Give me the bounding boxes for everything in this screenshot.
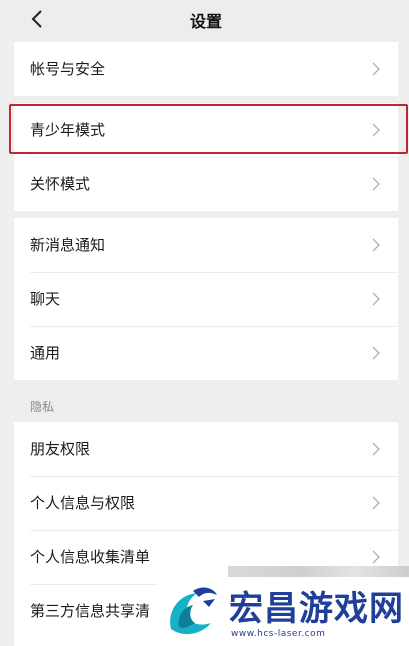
settings-group-account: 帐号与安全 xyxy=(14,42,398,96)
watermark: 宏昌游戏网 www.hcs-laser.com xyxy=(157,577,409,646)
settings-group-general: 新消息通知 聊天 通用 xyxy=(14,218,398,380)
chevron-right-icon xyxy=(372,123,380,137)
settings-item-account-security[interactable]: 帐号与安全 xyxy=(14,42,398,96)
settings-item-friend-permissions[interactable]: 朋友权限 xyxy=(14,422,398,476)
settings-group-modes: 青少年模式 关怀模式 xyxy=(14,103,398,211)
watermark-url: www.hcs-laser.com xyxy=(231,629,326,639)
settings-item-label: 帐号与安全 xyxy=(30,60,106,78)
settings-item-label: 青少年模式 xyxy=(30,121,106,139)
settings-screen: 设置 帐号与安全 青少年模式 关怀模式 新消息通知 聊天 通用 隐私 朋友权限 … xyxy=(14,0,398,646)
settings-item-label: 通用 xyxy=(30,344,61,362)
watermark-title: 宏昌游戏网 xyxy=(229,589,404,629)
chevron-right-icon xyxy=(372,292,380,306)
settings-item-teen-mode[interactable]: 青少年模式 xyxy=(14,103,398,157)
settings-item-care-mode[interactable]: 关怀模式 xyxy=(14,157,398,211)
chevron-right-icon xyxy=(372,238,380,252)
chevron-right-icon xyxy=(372,346,380,360)
section-title-privacy: 隐私 xyxy=(30,400,55,414)
settings-item-label: 个人信息与权限 xyxy=(30,494,136,512)
chevron-right-icon xyxy=(372,496,380,510)
chevron-right-icon xyxy=(372,62,380,76)
settings-item-label: 个人信息收集清单 xyxy=(30,548,151,566)
settings-item-notifications[interactable]: 新消息通知 xyxy=(14,218,398,272)
page-title: 设置 xyxy=(189,12,222,31)
settings-item-personal-info-permissions[interactable]: 个人信息与权限 xyxy=(14,476,398,530)
settings-item-label: 第三方信息共享清 xyxy=(30,602,151,620)
settings-item-label: 聊天 xyxy=(30,290,61,308)
chevron-right-icon xyxy=(372,442,380,456)
settings-item-label: 新消息通知 xyxy=(30,236,106,254)
chevron-right-icon xyxy=(372,177,380,191)
settings-item-label: 朋友权限 xyxy=(30,440,91,458)
header-bar: 设置 xyxy=(14,0,398,40)
settings-item-chats[interactable]: 聊天 xyxy=(14,272,398,326)
settings-item-general[interactable]: 通用 xyxy=(14,326,398,380)
chevron-right-icon xyxy=(372,550,380,564)
dragon-logo-icon xyxy=(170,587,217,635)
settings-item-label: 关怀模式 xyxy=(30,175,91,193)
